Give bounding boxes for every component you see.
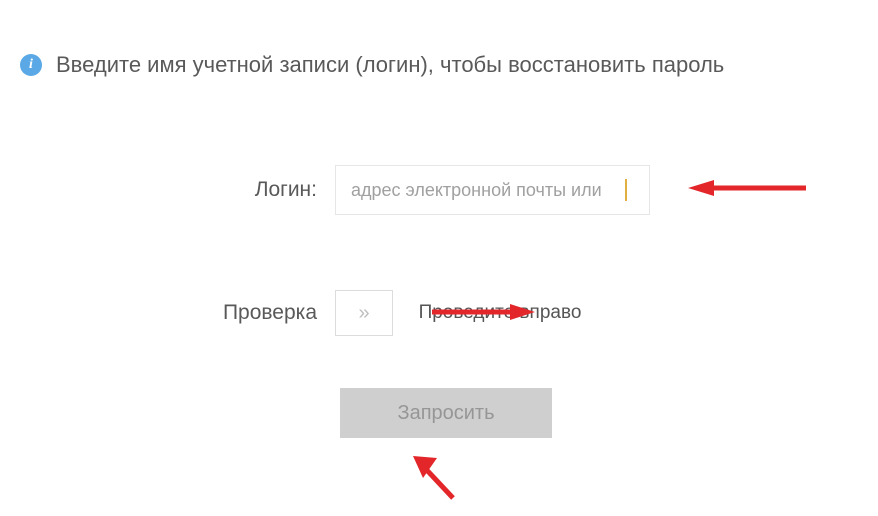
verify-row: Проверка » Проведите вправо: [0, 290, 665, 336]
input-cursor: [625, 179, 627, 201]
annotation-arrow-submit: [405, 448, 465, 503]
submit-button[interactable]: Запросить: [340, 388, 552, 438]
info-icon: i: [20, 54, 42, 76]
annotation-arrow-verify: [430, 304, 535, 320]
login-label: Логин:: [0, 178, 335, 202]
login-row: Логин:: [0, 165, 650, 215]
verify-label: Проверка: [0, 301, 335, 325]
info-text: Введите имя учетной записи (логин), чтоб…: [56, 52, 724, 78]
slider-handle[interactable]: »: [335, 290, 393, 336]
submit-row: Запросить: [340, 388, 552, 438]
info-banner: i Введите имя учетной записи (логин), чт…: [20, 52, 724, 78]
login-input[interactable]: [335, 165, 650, 215]
annotation-arrow-login: [688, 180, 808, 196]
